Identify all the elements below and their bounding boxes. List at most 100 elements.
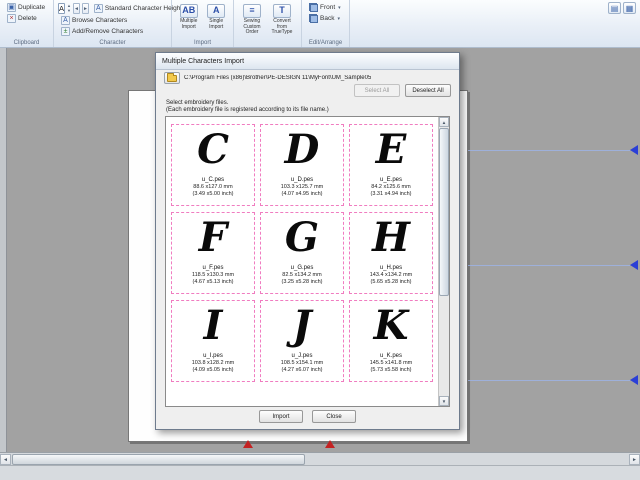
spinner-down-icon[interactable]: ▼ bbox=[67, 8, 71, 14]
browse-characters-label: Browse Characters bbox=[72, 17, 128, 24]
deselect-all-button[interactable]: Deselect All bbox=[405, 84, 451, 97]
import-button[interactable]: Import bbox=[259, 410, 303, 423]
character-tile-D[interactable]: D u_D.pes 103.3 x125.7 mm (4.07 x4.95 in… bbox=[260, 124, 344, 206]
embroidery-file-list: C u_C.pes 88.6 x127.0 mm (3.49 x5.00 inc… bbox=[165, 116, 450, 407]
character-tile-K[interactable]: K u_K.pes 145.5 x141.8 mm (5.73 x5.58 in… bbox=[349, 300, 433, 382]
red-marker-icon[interactable] bbox=[243, 440, 253, 448]
guide-line bbox=[468, 150, 630, 151]
single-import-button[interactable]: A Single Import bbox=[204, 2, 230, 31]
ribbon-group-tools: ≡ Sewing Custom Order T Convert from Tru… bbox=[234, 0, 302, 47]
size-inch: (3.31 x4.94 inch) bbox=[370, 190, 412, 197]
select-all-button[interactable]: Select All bbox=[354, 84, 400, 97]
blue-marker-icon[interactable] bbox=[630, 375, 638, 385]
character-glyph: J bbox=[292, 302, 312, 349]
character-tile-E[interactable]: E u_E.pes 84.2 x125.6 mm (3.31 x4.94 inc… bbox=[349, 124, 433, 206]
character-tile-H[interactable]: H u_H.pes 143.4 x134.2 mm (5.65 x5.28 in… bbox=[349, 212, 433, 294]
size-inch: (3.25 x5.28 inch) bbox=[281, 278, 323, 285]
import-group-label: Import bbox=[193, 40, 211, 46]
status-bar bbox=[0, 465, 640, 480]
close-button[interactable]: Close bbox=[312, 410, 356, 423]
multiple-import-icon: AB bbox=[179, 4, 198, 18]
ribbon-right-icons: ▤ ▦ bbox=[604, 0, 640, 47]
file-name: u_E.pes bbox=[379, 177, 403, 183]
font-letter-box[interactable]: A bbox=[58, 3, 66, 14]
multiple-characters-import-dialog: Multiple Characters Import C:\Program Fi… bbox=[155, 52, 460, 430]
file-name: u_C.pes bbox=[201, 177, 225, 183]
duplicate-button[interactable]: ▣ Duplicate bbox=[4, 2, 49, 13]
size-spinner[interactable]: ▲ ▼ bbox=[67, 3, 71, 14]
delete-icon: × bbox=[7, 14, 16, 23]
add-remove-label: Add/Remove Characters bbox=[72, 28, 144, 35]
character-tile-J[interactable]: J u_J.pes 108.5 x154.1 mm (4.27 x6.07 in… bbox=[260, 300, 344, 382]
ribbon-group-clipboard: ▣ Duplicate × Delete Clipboard bbox=[0, 0, 54, 47]
sewing-custom-order-button[interactable]: ≡ Sewing Custom Order bbox=[238, 2, 266, 37]
red-marker-icon[interactable] bbox=[325, 440, 335, 448]
character-glyph: D bbox=[284, 126, 320, 173]
size-inch: (4.27 x6.07 inch) bbox=[281, 366, 323, 373]
tile-grid: C u_C.pes 88.6 x127.0 mm (3.49 x5.00 inc… bbox=[166, 117, 437, 406]
add-remove-characters-button[interactable]: ± Add/Remove Characters bbox=[58, 26, 167, 37]
ribbon-group-character: A ▲ ▼ ◄ ► A Standard Character Height A … bbox=[54, 0, 182, 47]
ribbon-group-import: AB Multiple Import A Single Import Impor… bbox=[172, 0, 234, 47]
multiple-import-label: Multiple Import bbox=[180, 18, 198, 30]
size-inch: (5.65 x5.28 inch) bbox=[370, 278, 412, 285]
back-dropdown-icon[interactable]: ▾ bbox=[337, 16, 340, 22]
character-tile-G[interactable]: G u_G.pes 82.5 x134.2 mm (3.25 x5.28 inc… bbox=[260, 212, 344, 294]
file-name: u_H.pes bbox=[379, 265, 403, 271]
character-group-label: Character bbox=[99, 40, 126, 46]
panel-toggle-icon-1[interactable]: ▤ bbox=[608, 2, 621, 14]
blue-marker-icon[interactable] bbox=[630, 145, 638, 155]
vscroll-thumb[interactable] bbox=[439, 128, 449, 296]
delete-button[interactable]: × Delete bbox=[4, 13, 49, 24]
delete-label: Delete bbox=[18, 15, 37, 22]
arrange-group-label: Edit/Arrange bbox=[308, 40, 343, 46]
character-glyph: F bbox=[198, 214, 228, 261]
front-button[interactable]: Front ▾ bbox=[306, 2, 345, 13]
horizontal-scrollbar[interactable]: ◄ ► bbox=[0, 452, 640, 465]
character-tile-C[interactable]: C u_C.pes 88.6 x127.0 mm (3.49 x5.00 inc… bbox=[171, 124, 255, 206]
character-glyph: I bbox=[203, 302, 223, 349]
folder-icon bbox=[167, 72, 177, 82]
sewing-order-icon: ≡ bbox=[243, 4, 261, 18]
prev-character-button[interactable]: ◄ bbox=[72, 3, 80, 14]
front-label: Front bbox=[320, 4, 336, 11]
dialog-titlebar[interactable]: Multiple Characters Import bbox=[156, 53, 459, 70]
file-name: u_F.pes bbox=[202, 265, 224, 271]
browse-characters-button[interactable]: A Browse Characters bbox=[58, 15, 167, 26]
list-vertical-scrollbar[interactable]: ▲ ▼ bbox=[438, 117, 449, 406]
guide-line bbox=[468, 380, 630, 381]
back-button[interactable]: Back ▾ bbox=[306, 13, 345, 24]
scroll-down-icon[interactable]: ▼ bbox=[439, 396, 449, 406]
scroll-up-icon[interactable]: ▲ bbox=[439, 117, 449, 127]
single-import-icon: A bbox=[207, 4, 226, 18]
instruction-line-1: Select embroidery files. bbox=[166, 100, 229, 106]
ribbon-spacer bbox=[350, 0, 604, 47]
character-glyph: H bbox=[372, 214, 410, 261]
character-tile-F[interactable]: F u_F.pes 118.5 x130.3 mm (4.67 x5.13 in… bbox=[171, 212, 255, 294]
instruction-text: Select embroidery files. (Each embroider… bbox=[166, 100, 329, 114]
front-dropdown-icon[interactable]: ▾ bbox=[338, 5, 341, 11]
hscroll-thumb[interactable] bbox=[12, 454, 305, 465]
dialog-title: Multiple Characters Import bbox=[162, 57, 245, 65]
character-glyph: K bbox=[373, 302, 409, 349]
scroll-left-icon[interactable]: ◄ bbox=[0, 454, 11, 465]
file-name: u_K.pes bbox=[379, 353, 403, 359]
back-label: Back bbox=[320, 15, 335, 22]
scroll-right-icon[interactable]: ► bbox=[629, 454, 640, 465]
character-glyph: E bbox=[375, 126, 407, 173]
panel-toggle-icon-2[interactable]: ▦ bbox=[623, 2, 636, 14]
ribbon: ▣ Duplicate × Delete Clipboard A ▲ ▼ ◄ ►… bbox=[0, 0, 640, 48]
selection-buttons: Select All Deselect All bbox=[354, 84, 451, 97]
next-character-button[interactable]: ► bbox=[81, 3, 89, 14]
left-panel-strip bbox=[0, 48, 7, 452]
character-tile-I[interactable]: I u_I.pes 103.8 x128.2 mm (4.09 x5.05 in… bbox=[171, 300, 255, 382]
size-inch: (5.73 x5.58 inch) bbox=[370, 366, 412, 373]
character-glyph: G bbox=[284, 214, 320, 261]
blue-marker-icon[interactable] bbox=[630, 260, 638, 270]
front-icon bbox=[309, 3, 318, 12]
clipboard-group-label: Clipboard bbox=[13, 40, 40, 46]
convert-from-truetype-button[interactable]: T Convert from TrueType bbox=[268, 2, 296, 37]
ribbon-group-arrange: Front ▾ Back ▾ Edit/Arrange bbox=[302, 0, 350, 47]
multiple-import-button[interactable]: AB Multiple Import bbox=[176, 2, 202, 31]
browse-folder-button[interactable] bbox=[164, 72, 180, 84]
